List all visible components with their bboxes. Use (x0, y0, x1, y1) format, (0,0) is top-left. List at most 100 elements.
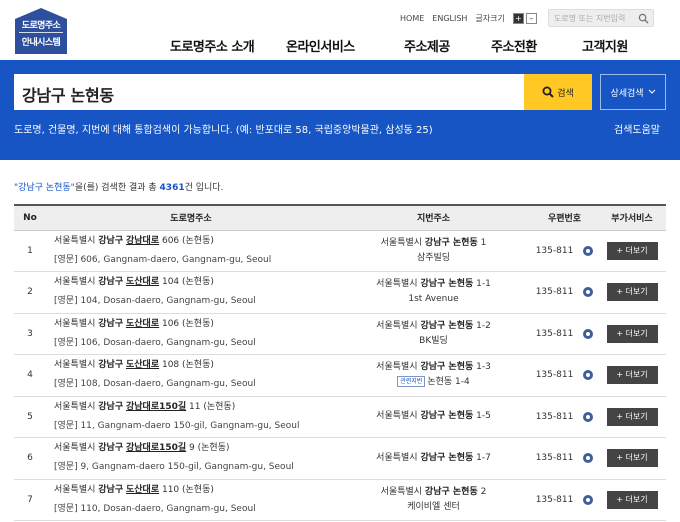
table-row: 7 서울특별시 강남구 도산대로 110 (논현동) [영문] 110, Dosan… (14, 479, 666, 521)
header-search-input[interactable]: 도로명 또는 지번입력 (548, 9, 654, 27)
more-button[interactable]: + 더보기 (606, 407, 658, 426)
zipcode-cell: 135-811 (531, 230, 598, 272)
search-icon[interactable] (638, 13, 649, 24)
map-pin-icon[interactable] (583, 328, 594, 339)
jibun-city: 서울특별시 (376, 279, 421, 290)
english-address: [영문] 606, Gangnam-daero, Gangnam-gu, Seo… (54, 254, 272, 265)
zipcode: 135-811 (535, 453, 574, 464)
col-header-road-address: 도로명주소 (46, 204, 336, 231)
zoom-out-button[interactable]: – (525, 12, 537, 24)
jibun-address[interactable]: 서울특별시 강남구 논현동 1 (336, 236, 531, 251)
road-address[interactable]: 서울특별시 강남구 강남대로150길 9 (논현동) (54, 439, 336, 458)
chevron-down-icon (648, 89, 655, 94)
row-number: 7 (14, 479, 46, 521)
english-link[interactable]: ENGLISH (432, 14, 467, 23)
map-pin-icon[interactable] (583, 370, 594, 381)
row-number: 3 (14, 313, 46, 355)
jibun-address[interactable]: 서울특별시 강남구 논현동 1-5 (336, 409, 531, 424)
road-district: 강남구 (98, 360, 124, 371)
logo-line-1: 도로명주소 (21, 21, 61, 31)
road-city: 서울특별시 (54, 401, 99, 412)
jibun-extra: 1st Avenue (336, 292, 531, 307)
road-number: 110 (논현동) (159, 484, 214, 495)
main-nav: 도로명주소 소개 온라인서비스 주소제공 주소전환 고객지원 (170, 36, 642, 55)
road-address[interactable]: 서울특별시 강남구 도산대로 110 (논현동) (54, 481, 336, 500)
jibun-number: 1-5 (473, 411, 491, 422)
header-search-placeholder: 도로명 또는 지번입력 (554, 14, 626, 23)
search-button[interactable]: 검색 (524, 74, 592, 110)
map-pin-icon[interactable] (583, 411, 594, 422)
more-button[interactable]: + 더보기 (606, 241, 658, 260)
home-link[interactable]: HOME (400, 14, 424, 23)
result-keyword: "강남구 논현동" (14, 183, 75, 193)
nav-item-online-service[interactable]: 온라인서비스 (286, 36, 404, 55)
jibun-address[interactable]: 서울특별시 강남구 논현동 1-2 (336, 319, 531, 334)
english-address: [영문] 104, Dosan-daero, Gangnam-gu, Seoul (54, 296, 256, 307)
map-pin-icon[interactable] (583, 245, 594, 256)
jibun-address[interactable]: 서울특별시 강남구 논현동 1-3 (336, 360, 531, 375)
road-address[interactable]: 서울특별시 강남구 도산대로 108 (논현동) (54, 356, 336, 375)
road-address[interactable]: 서울특별시 강남구 강남대로150길 11 (논현동) (54, 398, 336, 417)
extra-service-cell: + 더보기 (598, 479, 666, 521)
more-button[interactable]: + 더보기 (606, 366, 658, 385)
road-name: 강남대로150길 (125, 443, 187, 454)
road-address-cell: 서울특별시 강남구 강남대로 606 (논현동) [영문] 606, Gangna… (46, 230, 336, 272)
road-city: 서울특별시 (54, 277, 99, 288)
road-address-cell: 서울특별시 강남구 도산대로 108 (논현동) [영문] 108, Dosan-… (46, 354, 336, 397)
jibun-address-cell: 서울특별시 강남구 논현동 2 케이비엘 센터 (336, 479, 531, 521)
logo-line-2: 안내시스템 (21, 38, 61, 48)
search-input[interactable]: 강남구 논현동 (14, 74, 524, 110)
road-address[interactable]: 서울특별시 강남구 도산대로 106 (논현동) (54, 315, 336, 334)
road-address-cell: 서울특별시 강남구 강남대로150길 11 (논현동) [영문] 11, Gang… (46, 396, 336, 438)
row-number: 4 (14, 354, 46, 397)
related-jibun-badge[interactable]: 관련지번 (397, 376, 426, 388)
zipcode-cell: 135-811 (531, 479, 598, 521)
result-prefix: 을(를) 검색한 결과 총 (74, 183, 160, 193)
jibun-address-cell: 서울특별시 강남구 논현동 1-5 (336, 396, 531, 438)
nav-item-address-provision[interactable]: 주소제공 (404, 36, 491, 55)
more-button[interactable]: + 더보기 (606, 490, 658, 509)
table-row: 5 서울특별시 강남구 강남대로150길 11 (논현동) [영문] 11, Gan… (14, 396, 666, 438)
building-name: 논현동 1-4 (427, 377, 470, 388)
road-number: 108 (논현동) (159, 360, 214, 371)
map-pin-icon[interactable] (583, 494, 594, 505)
building-name: 삼주빌딩 (416, 252, 451, 263)
road-name: 강남대로 (125, 235, 160, 246)
jibun-address[interactable]: 서울특별시 강남구 논현동 1-7 (336, 451, 531, 466)
road-address[interactable]: 서울특별시 강남구 도산대로 104 (논현동) (54, 273, 336, 292)
map-pin-icon[interactable] (583, 453, 594, 464)
more-button[interactable]: + 더보기 (606, 324, 658, 343)
jibun-district: 강남구 논현동 (420, 411, 474, 422)
jibun-city: 서울특별시 (380, 237, 425, 248)
nav-item-address-conversion[interactable]: 주소전환 (491, 36, 582, 55)
extra-service-cell: + 더보기 (598, 271, 666, 314)
jibun-extra: 관련지번 논현동 1-4 (336, 375, 531, 390)
site-logo[interactable]: 도로명주소 안내시스템 (15, 8, 67, 54)
road-city: 서울특별시 (54, 235, 99, 246)
search-hint: 도로명, 건물명, 지번에 대해 통합검색이 가능합니다. (예: 반포대로 5… (14, 125, 433, 136)
map-pin-icon[interactable] (583, 287, 594, 298)
road-address[interactable]: 서울특별시 강남구 강남대로 606 (논현동) (54, 232, 336, 251)
search-help-link[interactable]: 검색도움말 (614, 121, 660, 136)
zipcode: 135-811 (535, 411, 574, 422)
nav-item-customer-support[interactable]: 고객지원 (582, 36, 642, 55)
more-button[interactable]: + 더보기 (606, 449, 658, 468)
search-icon (542, 86, 554, 98)
jibun-address[interactable]: 서울특별시 강남구 논현동 1-1 (336, 277, 531, 292)
jibun-district: 강남구 논현동 (424, 237, 478, 248)
more-button[interactable]: + 더보기 (606, 283, 658, 302)
advanced-search-button[interactable]: 상세검색 (600, 74, 666, 110)
zoom-in-button[interactable]: + (512, 12, 524, 24)
col-header-jibun-address: 지번주소 (336, 204, 531, 231)
zipcode: 135-811 (535, 245, 574, 256)
road-district: 강남구 (98, 443, 124, 454)
zipcode-cell: 135-811 (531, 396, 598, 438)
jibun-address[interactable]: 서울특별시 강남구 논현동 2 (336, 485, 531, 500)
jibun-address-cell: 서울특별시 강남구 논현동 1-3 관련지번 논현동 1-4 (336, 354, 531, 397)
road-address-cell: 서울특별시 강남구 도산대로 104 (논현동) [영문] 104, Dosan-… (46, 271, 336, 314)
nav-item-about[interactable]: 도로명주소 소개 (170, 36, 286, 55)
road-city: 서울특별시 (54, 318, 99, 329)
zipcode: 135-811 (535, 494, 574, 505)
road-number: 106 (논현동) (159, 318, 214, 329)
table-row: 3 서울특별시 강남구 도산대로 106 (논현동) [영문] 106, Dosan… (14, 313, 666, 355)
